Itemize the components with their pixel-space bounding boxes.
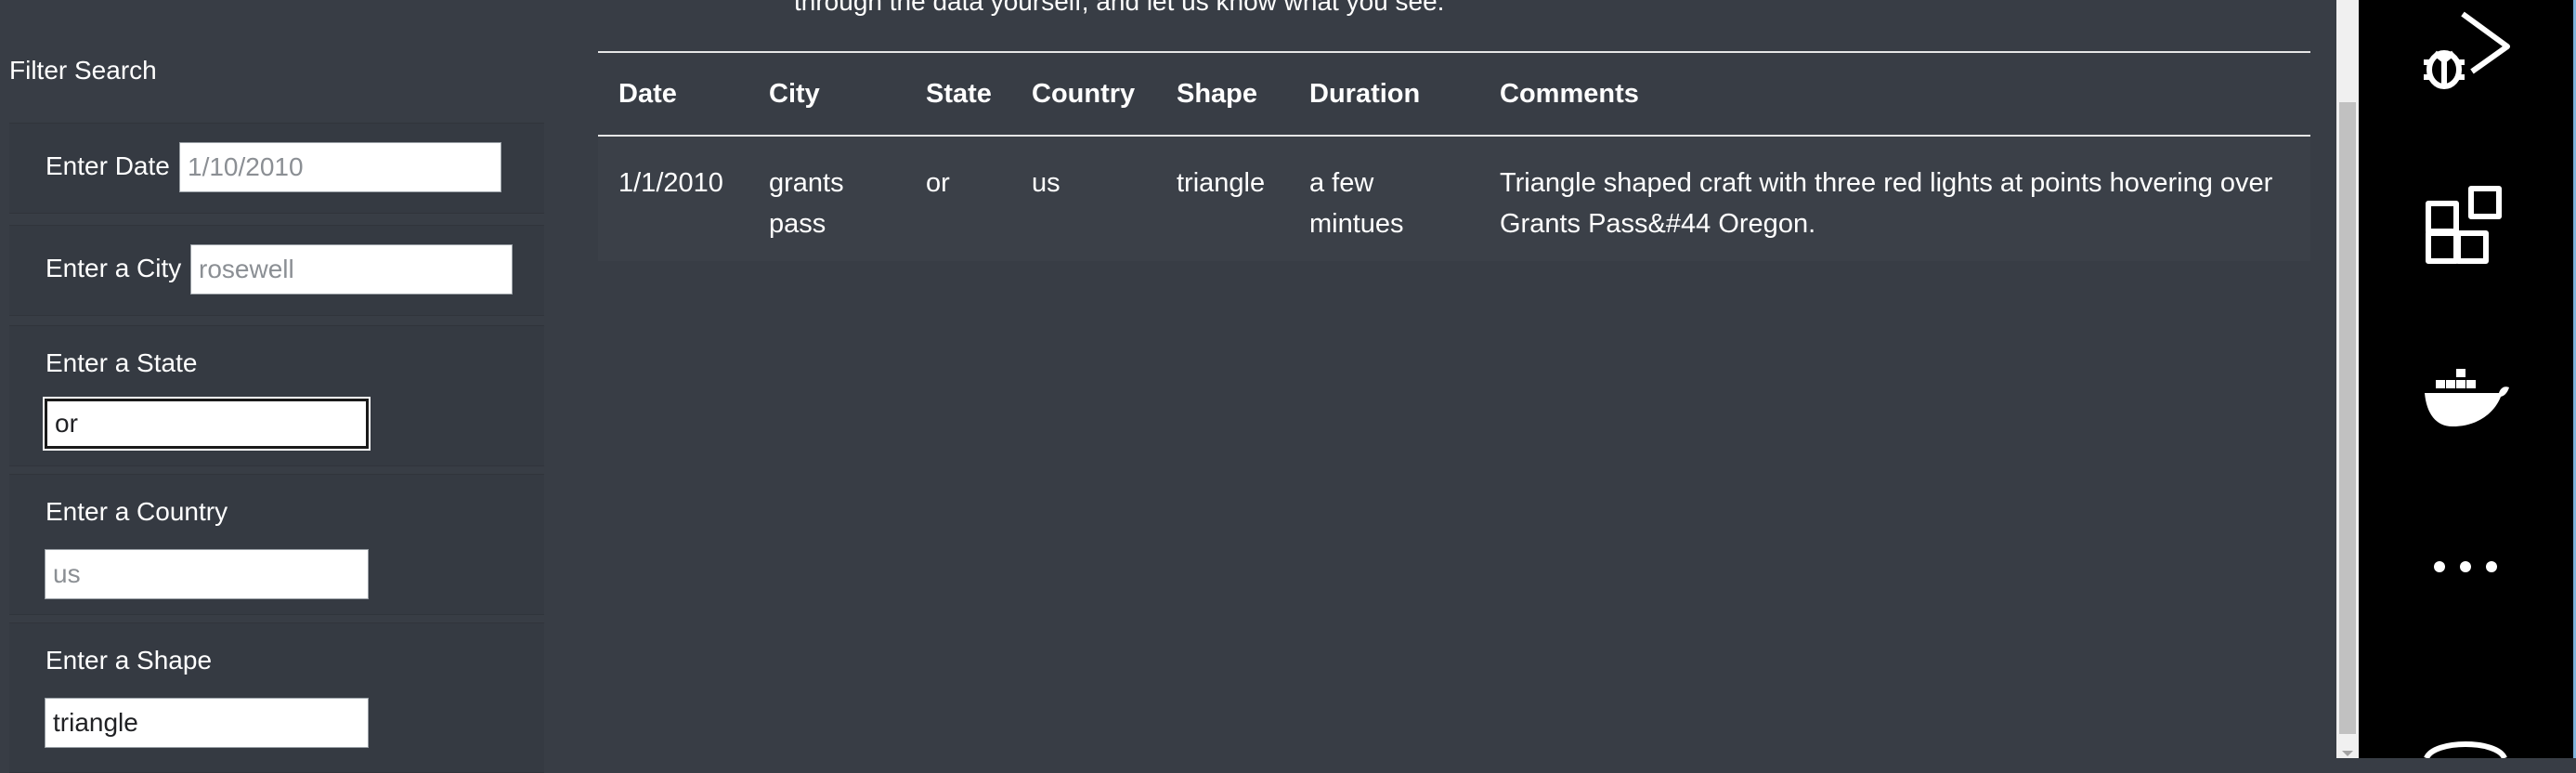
cell-comments: Triangle shaped craft with three red lig… <box>1479 136 2310 261</box>
table-header-row: Date City State Country Shape Duration C… <box>598 51 2310 137</box>
cell-country: us <box>1011 136 1156 261</box>
more-icon[interactable] <box>2400 557 2530 576</box>
column-header-city: City <box>748 51 905 137</box>
date-label: Enter Date <box>46 151 170 180</box>
column-header-country: Country <box>1011 51 1156 137</box>
filter-date-group: Enter Date <box>9 123 544 214</box>
city-label: Enter a City <box>46 254 182 282</box>
country-input[interactable] <box>45 549 369 599</box>
city-input[interactable] <box>190 244 513 295</box>
scrollbar-thumb[interactable] <box>2339 102 2356 734</box>
cell-duration: a few mintues <box>1289 136 1479 261</box>
date-input[interactable] <box>179 142 501 192</box>
shape-input[interactable] <box>45 698 369 748</box>
intro-text: through the data yourself, and let us kn… <box>794 0 1445 16</box>
column-header-duration: Duration <box>1289 51 1479 137</box>
cell-city: grants pass <box>748 136 905 261</box>
filter-state-group: Enter a State <box>9 325 544 466</box>
cell-shape: triangle <box>1156 136 1289 261</box>
cell-date: 1/1/2010 <box>598 136 748 261</box>
scroll-down-arrow-icon[interactable] <box>2336 736 2359 758</box>
account-icon[interactable] <box>2400 734 2530 758</box>
table-row: 1/1/2010 grants pass or us triangle a fe… <box>598 136 2310 261</box>
filter-shape-group: Enter a Shape <box>9 622 544 773</box>
activity-bar <box>2359 0 2576 758</box>
column-header-state: State <box>905 51 1011 137</box>
column-header-shape: Shape <box>1156 51 1289 137</box>
shape-label: Enter a Shape <box>46 646 213 675</box>
column-header-date: Date <box>598 51 748 137</box>
column-header-comments: Comments <box>1479 51 2310 137</box>
cell-state: or <box>905 136 1011 261</box>
docker-icon[interactable] <box>2400 367 2530 432</box>
results-table-wrap: Date City State Country Shape Duration C… <box>598 51 2310 261</box>
results-table: Date City State Country Shape Duration C… <box>598 51 2310 261</box>
page-scrollbar[interactable] <box>2336 0 2359 758</box>
state-label: Enter a State <box>46 348 198 377</box>
run-and-debug-icon[interactable] <box>2400 5 2530 98</box>
country-label: Enter a Country <box>46 497 228 526</box>
extensions-icon[interactable] <box>2400 181 2530 274</box>
filter-search-title: Filter Search <box>9 56 157 85</box>
filter-city-group: Enter a City <box>9 225 544 316</box>
state-input[interactable] <box>43 397 371 451</box>
filter-country-group: Enter a Country <box>9 474 544 615</box>
